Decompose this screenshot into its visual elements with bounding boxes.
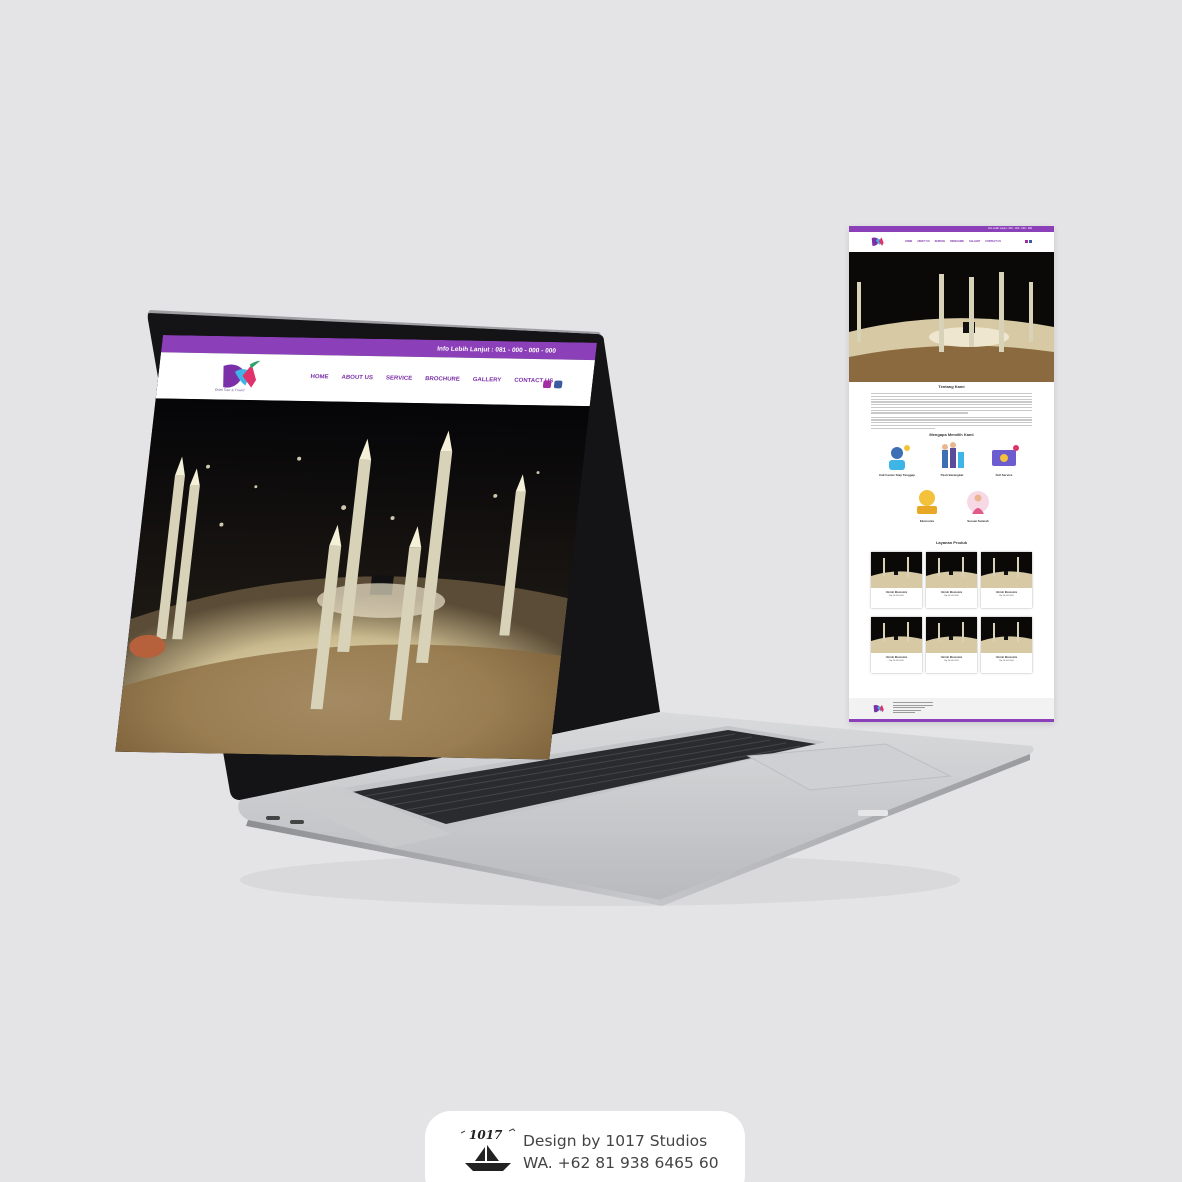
product-price: Rp.20.000.000 (889, 660, 904, 662)
travelers-icon (942, 442, 964, 468)
credit-text: Design by 1017 Studios WA. +62 81 938 64… (523, 1130, 719, 1174)
preview-hero-image (849, 252, 1054, 382)
product-name: Umroh Ekonomis (940, 591, 963, 594)
feature-sesuai-sunnah: Sesuai Sunnah (955, 488, 1001, 523)
product-image (981, 552, 1032, 588)
menu-brochure[interactable]: BROCHURE (425, 376, 460, 382)
product-name: Umroh Ekonomis (940, 656, 963, 659)
main-menu: HOME ABOUT US SERVICE BROCHURE GALLERY C… (310, 374, 553, 384)
preview-navbar: HOME ABOUT US SERVICE BROCHURE GALLERY C… (849, 232, 1054, 252)
footer-brand-logo (873, 704, 884, 713)
social-links (542, 380, 563, 389)
credit-badge: 1017 Design by 1017 Studios WA. +62 81 9… (425, 1111, 745, 1182)
feature-label: Sesuai Sunnah (967, 519, 989, 523)
product-card[interactable]: Umroh Ekonomis Rp.20.000.000 (981, 617, 1032, 673)
menu-service[interactable]: SERVICE (386, 376, 413, 382)
feature-pasti-berangkat: Pasti Berangkat (929, 442, 975, 477)
product-image (871, 617, 922, 653)
preview-menu-gallery[interactable]: GALLERY (969, 240, 980, 243)
product-image (926, 617, 977, 653)
product-name: Umroh Ekonomis (885, 591, 908, 594)
preview-topbar-info: Info Lebih Lanjut : 081 - 000 - 000 - 00… (988, 227, 1032, 230)
studio-boat-logo: 1017 (460, 1128, 516, 1171)
about-title: Tentang Kami (938, 384, 965, 389)
preview-menu-home[interactable]: HOME (905, 240, 912, 243)
preview-facebook-icon[interactable] (1029, 240, 1032, 243)
coins-icon (917, 490, 937, 514)
topbar-info: Info Lebih Lanjut : 081 - 000 - 000 - 00… (436, 345, 557, 355)
product-card[interactable]: Umroh Ekonomis Rp.20.000.000 (871, 617, 922, 673)
instagram-icon[interactable] (542, 380, 552, 389)
product-card[interactable]: Umroh Ekonomis Rp.20.000.000 (926, 552, 977, 608)
preview-instagram-icon[interactable] (1025, 240, 1028, 243)
preview-menu: HOME ABOUT US SERVICE BROCHURE GALLERY C… (905, 240, 1001, 243)
about-text (871, 393, 1032, 431)
full-service-icon (992, 445, 1019, 466)
footer-bar (849, 719, 1054, 722)
product-image (926, 552, 977, 588)
feature-ekonomis: Ekonomis (904, 488, 950, 523)
mockup-stage: Info Lebih Lanjut : 081 - 000 - 000 - 00… (0, 0, 1182, 1182)
product-price: Rp.20.000.000 (944, 660, 959, 662)
preview-menu-service[interactable]: SERVICE (935, 240, 945, 243)
product-card[interactable]: Umroh Ekonomis Rp.20.000.000 (981, 552, 1032, 608)
product-name: Umroh Ekonomis (885, 656, 908, 659)
product-price: Rp.20.000.000 (889, 595, 904, 597)
hero-image (115, 398, 590, 760)
facebook-icon[interactable] (553, 380, 563, 389)
preview-brand-logo[interactable] (871, 235, 885, 248)
feature-label: Full Service (995, 473, 1013, 477)
laptop-screen: Info Lebih Lanjut : 081 - 000 - 000 - 00… (115, 335, 597, 760)
feature-label: Call Center Siap Tanggap (878, 473, 916, 477)
preview-menu-brochure[interactable]: BROCHURE (950, 240, 964, 243)
feature-full-service: Full Service (981, 442, 1027, 477)
product-price: Rp.20.000.000 (944, 595, 959, 597)
product-card[interactable]: Umroh Ekonomis Rp.20.000.000 (871, 552, 922, 608)
feature-label: Ekonomis (919, 519, 935, 523)
preview-social-links (1025, 240, 1032, 243)
menu-about-us[interactable]: ABOUT US (341, 375, 373, 381)
products-title: Layanan Produk (935, 540, 968, 545)
product-image (981, 617, 1032, 653)
credit-designer: Design by 1017 Studios (523, 1132, 708, 1150)
product-price: Rp.20.000.000 (999, 595, 1014, 597)
footer-contact-info (893, 702, 933, 715)
preview-menu-contact-us[interactable]: CONTACT US (985, 240, 1001, 243)
prayer-icon (967, 491, 989, 514)
product-image (871, 552, 922, 588)
why-title: Mengapa Memilih Kami (929, 432, 974, 437)
feature-call-center: Call Center Siap Tanggap (874, 442, 920, 477)
preview-footer (849, 698, 1054, 722)
product-card[interactable]: Umroh Ekonomis Rp.20.000.000 (926, 617, 977, 673)
page-preview: Info Lebih Lanjut : 081 - 000 - 000 - 00… (849, 226, 1054, 722)
menu-home[interactable]: HOME (310, 374, 329, 380)
brand-tagline: Dvlm Tour & Travel (214, 387, 245, 393)
menu-gallery[interactable]: GALLERY (472, 377, 501, 383)
product-name: Umroh Ekonomis (995, 656, 1018, 659)
feature-label: Pasti Berangkat (940, 473, 964, 477)
site-navbar: Dvlm Tour & Travel HOME ABOUT US SERVICE… (155, 352, 596, 407)
call-center-icon (889, 445, 910, 470)
credit-whatsapp: WA. +62 81 938 6465 60 (523, 1154, 719, 1172)
product-name: Umroh Ekonomis (995, 591, 1018, 594)
product-price: Rp.20.000.000 (999, 660, 1014, 662)
preview-menu-about-us[interactable]: ABOUT US (917, 240, 929, 243)
studio-logo-text: 1017 (469, 1128, 503, 1142)
